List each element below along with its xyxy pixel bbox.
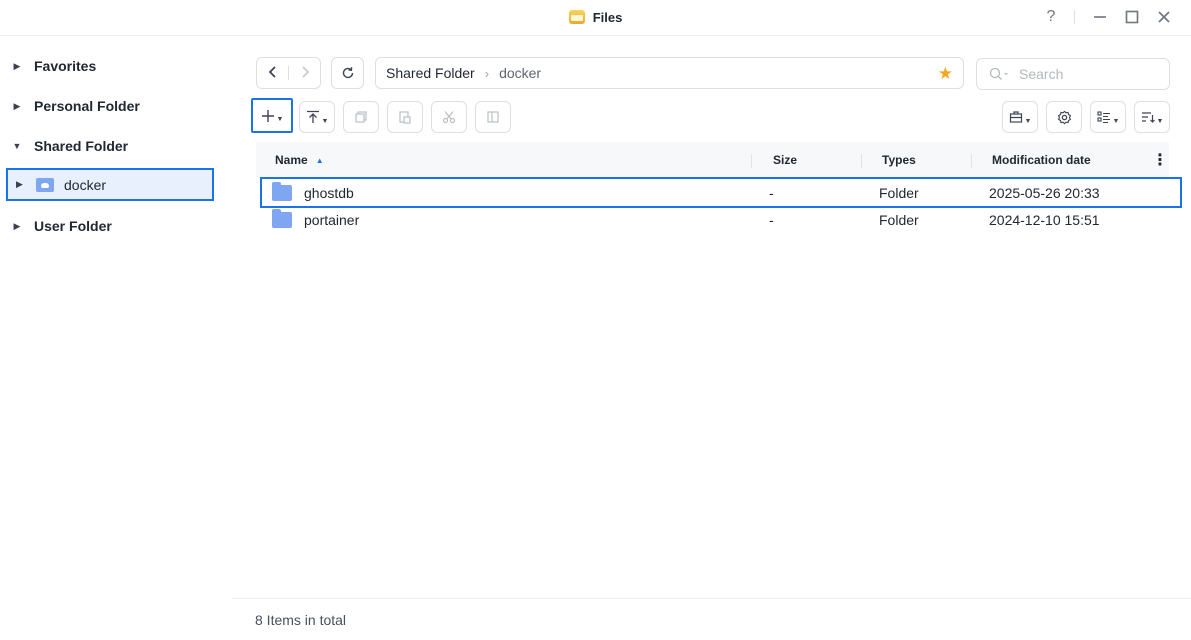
history-nav <box>256 57 321 89</box>
view-mode-button[interactable]: ▼ <box>1090 101 1126 133</box>
search-placeholder: Search <box>1019 66 1064 82</box>
column-divider[interactable] <box>751 154 752 168</box>
sidebar-item-label: Personal Folder <box>34 98 140 114</box>
tools-button[interactable]: ▼ <box>1002 101 1038 133</box>
file-size: - <box>769 212 774 228</box>
breadcrumb-chevron-icon: › <box>484 65 490 81</box>
scissors-icon <box>442 111 456 124</box>
column-header-modification-date[interactable]: Modification date <box>992 142 1091 178</box>
app-title-area: Files <box>0 0 1191 34</box>
sidebar-item-favorites[interactable]: ▶ Favorites <box>8 50 218 82</box>
sidebar: ▶ Favorites ▶ Personal Folder ▼ Shared F… <box>0 37 232 640</box>
breadcrumb-item-current[interactable]: docker <box>499 65 541 81</box>
cut-button[interactable] <box>431 101 467 133</box>
column-divider[interactable] <box>971 154 972 168</box>
rename-icon <box>487 111 499 123</box>
minimize-icon[interactable] <box>1087 4 1113 30</box>
create-new-button[interactable]: ▼ <box>251 98 293 133</box>
refresh-button[interactable] <box>331 57 364 89</box>
breadcrumb-item-root[interactable]: Shared Folder <box>386 65 475 81</box>
help-icon[interactable]: ? <box>1038 4 1064 30</box>
sidebar-item-personal-folder[interactable]: ▶ Personal Folder <box>8 90 218 122</box>
maximize-icon[interactable] <box>1119 4 1145 30</box>
column-divider[interactable] <box>861 154 862 168</box>
plus-icon <box>261 109 274 122</box>
window-controls: ? <box>1032 0 1177 34</box>
sort-ascending-icon: ▲ <box>315 155 324 165</box>
dropdown-arrow-icon: ▼ <box>276 116 284 123</box>
copy-button[interactable] <box>343 101 379 133</box>
sidebar-item-label: Favorites <box>34 58 97 74</box>
sidebar-item-label: docker <box>64 176 107 193</box>
sidebar-item-label: User Folder <box>34 218 112 234</box>
caret-right-icon[interactable]: ▶ <box>8 179 30 190</box>
folder-icon <box>272 179 292 206</box>
caret-right-icon[interactable]: ▶ <box>8 101 26 112</box>
file-type: Folder <box>879 212 919 228</box>
folder-icon <box>272 206 292 234</box>
file-table-header: Name ▲ Size Types Modification date ⋮ <box>256 142 1169 178</box>
file-type: Folder <box>879 184 919 201</box>
file-modified: 2025-05-26 20:33 <box>989 184 1100 201</box>
copy-icon <box>355 111 367 123</box>
upload-button[interactable]: ▼ <box>299 101 335 133</box>
column-header-label: Modification date <box>992 153 1091 167</box>
sort-button[interactable]: ▼ <box>1134 101 1170 133</box>
column-header-types[interactable]: Types <box>882 142 916 178</box>
column-header-label: Types <box>882 153 916 167</box>
refresh-icon <box>342 67 353 79</box>
file-name: portainer <box>304 212 360 228</box>
dropdown-arrow-icon: ▼ <box>1156 117 1164 125</box>
sidebar-item-shared-folder[interactable]: ▼ Shared Folder <box>8 130 218 162</box>
column-header-name[interactable]: Name ▲ <box>275 142 324 178</box>
breadcrumb: Shared Folder › docker ★ <box>375 57 964 89</box>
search-input[interactable]: Search <box>976 58 1170 90</box>
file-name: ghostdb <box>304 184 354 201</box>
items-total: 8 Items in total <box>255 611 347 628</box>
shared-folder-icon <box>36 177 54 192</box>
title-bar: Files ? <box>0 0 1191 36</box>
status-bar: 8 Items in total <box>232 598 1191 640</box>
gear-icon <box>1057 110 1071 124</box>
table-row[interactable]: portainer - Folder 2024-12-10 15:51 <box>256 206 1169 234</box>
files-app-icon <box>568 10 585 24</box>
caret-right-icon[interactable]: ▶ <box>8 61 26 72</box>
toolbox-icon <box>1009 111 1022 123</box>
back-button[interactable] <box>257 65 288 82</box>
rename-button[interactable] <box>475 101 511 133</box>
dropdown-arrow-icon: ▼ <box>1112 117 1120 125</box>
table-row[interactable]: ghostdb - Folder 2025-05-26 20:33 <box>260 177 1182 208</box>
close-icon[interactable] <box>1151 4 1177 30</box>
forward-button[interactable] <box>289 65 320 82</box>
dropdown-arrow-icon: ▼ <box>321 117 329 125</box>
star-icon[interactable]: ★ <box>938 64 953 84</box>
file-size: - <box>769 184 774 201</box>
caret-right-icon[interactable]: ▶ <box>8 221 26 232</box>
list-view-icon <box>1096 111 1110 124</box>
paste-icon <box>399 111 411 124</box>
chevron-right-icon <box>301 65 309 78</box>
file-modified: 2024-12-10 15:51 <box>989 212 1100 228</box>
window-title: Files <box>592 9 623 25</box>
search-icon <box>989 67 1008 80</box>
paste-button[interactable] <box>387 101 423 133</box>
chevron-left-icon <box>268 65 276 78</box>
column-options-icon[interactable]: ⋮ <box>1152 142 1168 178</box>
window-controls-divider <box>1074 10 1075 24</box>
sidebar-item-docker[interactable]: ▶ docker <box>6 168 214 201</box>
sort-icon <box>1141 112 1155 123</box>
upload-icon <box>306 110 319 123</box>
sidebar-item-label: Shared Folder <box>34 138 129 154</box>
settings-button[interactable] <box>1046 101 1082 133</box>
sidebar-item-user-folder[interactable]: ▶ User Folder <box>8 210 218 242</box>
dropdown-arrow-icon: ▼ <box>1024 117 1032 125</box>
column-header-label: Name <box>275 153 308 167</box>
column-header-size[interactable]: Size <box>773 142 797 178</box>
column-header-label: Size <box>773 153 798 167</box>
caret-down-icon[interactable]: ▼ <box>8 141 26 151</box>
